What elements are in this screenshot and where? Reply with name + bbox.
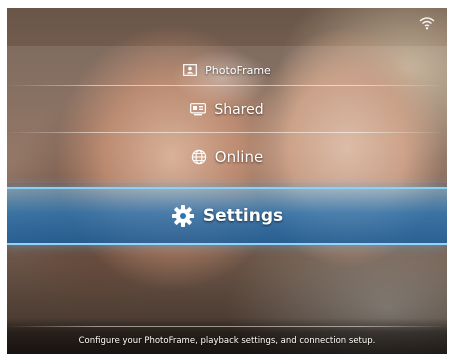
menu-item-label: Online	[214, 148, 264, 166]
help-text: Configure your PhotoFrame, playback sett…	[78, 336, 376, 346]
divider	[7, 326, 447, 327]
globe-icon	[191, 149, 207, 165]
shared-icon	[190, 103, 207, 116]
main-menu: PhotoFrame Shared Online Settings	[7, 46, 447, 246]
menu-item-photoframe[interactable]: PhotoFrame	[7, 54, 447, 86]
menu-item-settings[interactable]: Settings	[7, 187, 447, 245]
menu-item-label: PhotoFrame	[205, 63, 271, 77]
menu-item-online[interactable]: Online	[7, 133, 447, 181]
wifi-icon	[419, 15, 435, 30]
menu-item-label: Settings	[202, 206, 284, 226]
gear-icon	[171, 204, 195, 228]
photoframe-icon	[183, 64, 198, 76]
help-bar: Configure your PhotoFrame, playback sett…	[7, 318, 447, 354]
menu-item-label: Shared	[214, 101, 264, 118]
photoframe-screen: PhotoFrame Shared Online Settings Config…	[7, 8, 447, 354]
menu-item-shared[interactable]: Shared	[7, 86, 447, 133]
